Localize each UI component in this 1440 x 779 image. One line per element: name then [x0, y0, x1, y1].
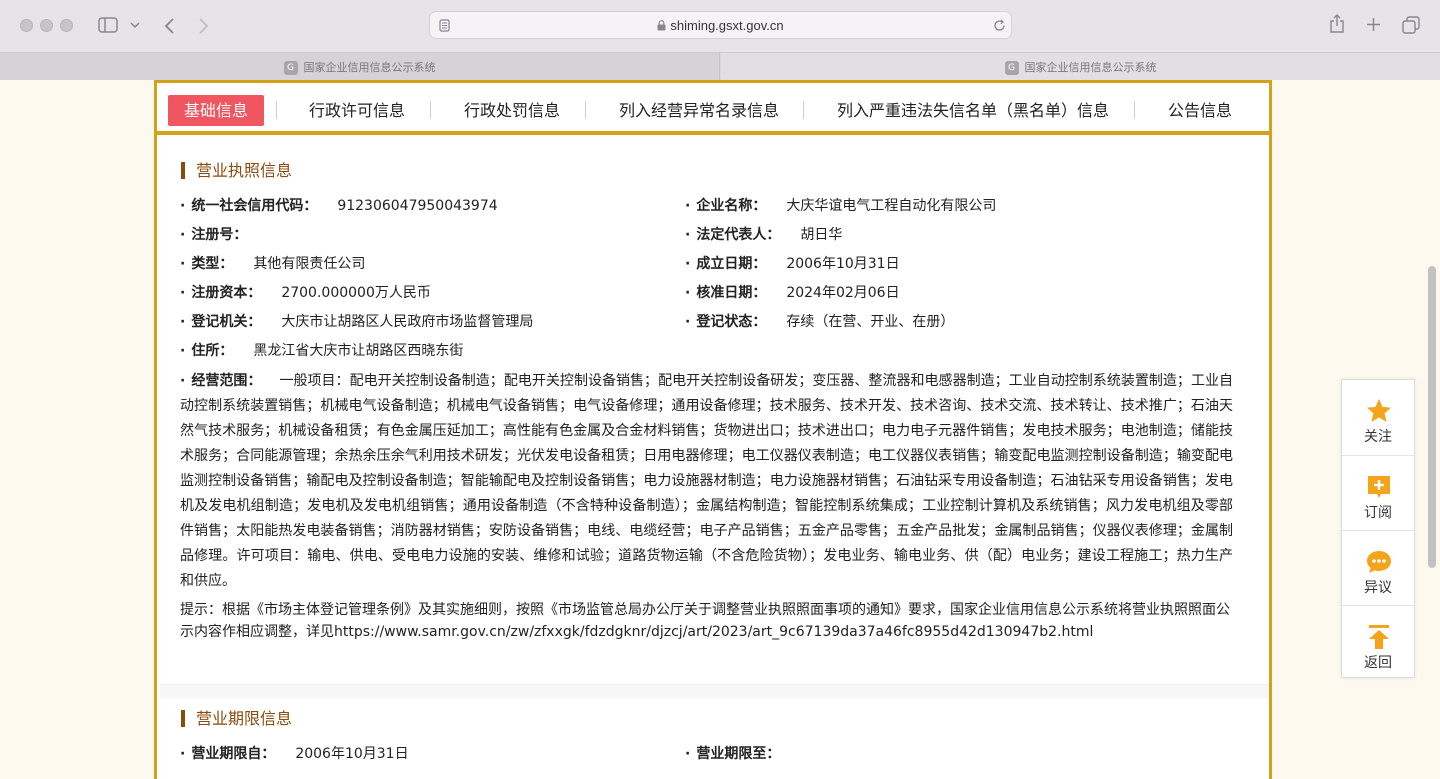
field-label: 核准日期：: [696, 285, 767, 301]
field-label: 类型：: [191, 256, 234, 272]
tab-blacklist[interactable]: 列入严重违法失信名单（黑名单）信息: [821, 95, 1125, 126]
field-value: 912306047950043974: [337, 198, 498, 214]
site-favicon-icon: G: [283, 61, 298, 75]
field-label: 统一社会信用代码：: [191, 198, 318, 214]
field-label: 登记状态：: [696, 314, 767, 330]
field-label: 营业期限至：: [696, 746, 781, 762]
field-established: · 成立日期： 2006年10月31日: [685, 256, 900, 272]
tab-announcements[interactable]: 公告信息: [1152, 95, 1248, 126]
field-label: 成立日期：: [696, 256, 767, 272]
license-section: 营业执照信息 · 统一社会信用代码： 912306047950043974 · 企业名…: [160, 135, 1269, 684]
tool-label: 订阅: [1364, 505, 1392, 521]
tool-label: 返回: [1364, 655, 1392, 671]
close-window-button[interactable]: [20, 19, 33, 32]
field-label: 经营范围：: [191, 373, 262, 389]
field-credit-code: · 统一社会信用代码： 912306047950043974: [180, 198, 498, 214]
browser-toolbar: shiming.gsxt.gov.cn: [0, 0, 1440, 52]
browser-tab-2[interactable]: G 国家企业信用信息公示系统: [721, 53, 1440, 80]
tool-label: 异议: [1364, 580, 1392, 596]
url-text: shiming.gsxt.gov.cn: [430, 18, 1011, 33]
reload-icon[interactable]: [993, 19, 1006, 32]
sidebar-toggle-icon[interactable]: [98, 17, 118, 33]
tab-basic-info[interactable]: 基础信息: [168, 95, 265, 126]
follow-button[interactable]: 关注: [1342, 380, 1414, 455]
address-bar[interactable]: shiming.gsxt.gov.cn: [429, 11, 1012, 39]
tab-abnormal-operation[interactable]: 列入经营异常名录信息: [603, 95, 795, 126]
back-to-top-button[interactable]: 返回: [1342, 605, 1414, 680]
nav-separator: [585, 101, 586, 119]
field-value: 2024年02月06日: [786, 285, 900, 301]
tab-admin-penalty[interactable]: 行政处罚信息: [448, 95, 576, 126]
back-arrow-icon[interactable]: [163, 17, 175, 35]
field-value: 其他有限责任公司: [253, 256, 366, 272]
tab-title: 国家企业信用信息公示系统: [303, 61, 436, 74]
field-label: 登记机关：: [191, 314, 262, 330]
field-term-from: · 营业期限自： 2006年10月31日: [180, 746, 409, 762]
nav-separator: [1134, 101, 1135, 119]
objection-button[interactable]: 异议: [1342, 530, 1414, 605]
tab-overview-icon[interactable]: [1402, 16, 1420, 34]
new-tab-plus-icon[interactable]: [1366, 17, 1381, 32]
field-company-name: · 企业名称： 大庆华谊电气工程自动化有限公司: [685, 198, 997, 214]
field-capital: · 注册资本： 2700.000000万人民币: [180, 285, 431, 301]
chat-bubble-icon: [1367, 551, 1391, 573]
field-address: · 住所： 黑龙江省大庆市让胡路区西晓东街: [180, 343, 464, 359]
site-favicon-icon: G: [1004, 61, 1019, 75]
vertical-scrollbar[interactable]: [1428, 266, 1436, 568]
tool-label: 关注: [1364, 429, 1392, 445]
nav-separator: [803, 101, 804, 119]
field-authority: · 登记机关： 大庆市让胡路区人民政府市场监督管理局: [180, 314, 534, 330]
section-title: 营业执照信息: [181, 162, 292, 179]
star-icon: [1367, 399, 1391, 422]
info-frame: 基础信息 行政许可信息 行政处罚信息 列入经营异常名录信息 列入严重违法失信名单…: [154, 80, 1272, 779]
section-divider: [160, 684, 1269, 698]
nav-separator: [430, 101, 431, 119]
field-value: 大庆华谊电气工程自动化有限公司: [786, 198, 997, 214]
term-section: 营业期限信息 · 营业期限自： 2006年10月31日 · 营业期限至：: [160, 698, 1269, 779]
field-value: 一般项目：配电开关控制设备制造；配电开关控制设备销售；配电开关控制设备研发；变压…: [180, 373, 1233, 589]
field-value: 大庆市让胡路区人民政府市场监督管理局: [281, 314, 534, 330]
field-legal-rep: · 法定代表人： 胡日华: [685, 227, 843, 243]
section-title: 营业期限信息: [181, 710, 292, 727]
lock-icon: [657, 20, 666, 31]
field-status: · 登记状态： 存续（在营、开业、在册）: [685, 314, 955, 330]
field-value: 2006年10月31日: [786, 256, 900, 272]
business-scope: · 经营范围： 一般项目：配电开关控制设备制造；配电开关控制设备销售；配电开关控制设…: [180, 373, 1233, 589]
info-nav-bar: 基础信息 行政许可信息 行政处罚信息 列入经营异常名录信息 列入严重违法失信名单…: [157, 80, 1269, 135]
field-label: 注册号：: [191, 227, 248, 243]
field-value: 胡日华: [800, 227, 843, 243]
field-value: 2006年10月31日: [295, 746, 409, 762]
field-value: 黑龙江省大庆市让胡路区西晓东街: [253, 343, 464, 359]
tab-bar: G 国家企业信用信息公示系统 G 国家企业信用信息公示系统: [0, 52, 1440, 80]
side-tools-panel: 关注 订阅 异议 返回: [1341, 379, 1415, 678]
license-hint-text: 提示：根据《市场主体登记管理条例》及其实施细则，按照《市场监管总局办公厅关于调整…: [180, 602, 1230, 640]
field-label: 企业名称：: [696, 198, 767, 214]
share-icon[interactable]: [1329, 14, 1345, 34]
field-value: 2700.000000万人民币: [281, 285, 431, 301]
subscribe-plus-icon: [1368, 476, 1390, 498]
tab-title: 国家企业信用信息公示系统: [1024, 61, 1157, 74]
zoom-window-button[interactable]: [60, 19, 73, 32]
subscribe-button[interactable]: 订阅: [1342, 455, 1414, 530]
field-label: 注册资本：: [191, 285, 262, 301]
field-approved: · 核准日期： 2024年02月06日: [685, 285, 900, 301]
tab-admin-license[interactable]: 行政许可信息: [293, 95, 421, 126]
chevron-down-icon[interactable]: [130, 21, 140, 29]
forward-arrow-icon[interactable]: [198, 17, 210, 35]
field-label: 住所：: [191, 343, 234, 359]
field-term-to: · 营业期限至：: [685, 746, 781, 762]
field-label: 营业期限自：: [191, 746, 276, 762]
field-label: 法定代表人：: [696, 227, 781, 243]
nav-separator: [276, 101, 277, 119]
url-value: shiming.gsxt.gov.cn: [670, 18, 784, 33]
minimize-window-button[interactable]: [40, 19, 53, 32]
arrow-up-icon: [1369, 625, 1389, 649]
field-type: · 类型： 其他有限责任公司: [180, 256, 366, 272]
browser-tab-1[interactable]: G 国家企业信用信息公示系统: [0, 53, 720, 80]
field-reg-no: · 注册号：: [180, 227, 248, 243]
field-value: 存续（在营、开业、在册）: [786, 314, 955, 330]
